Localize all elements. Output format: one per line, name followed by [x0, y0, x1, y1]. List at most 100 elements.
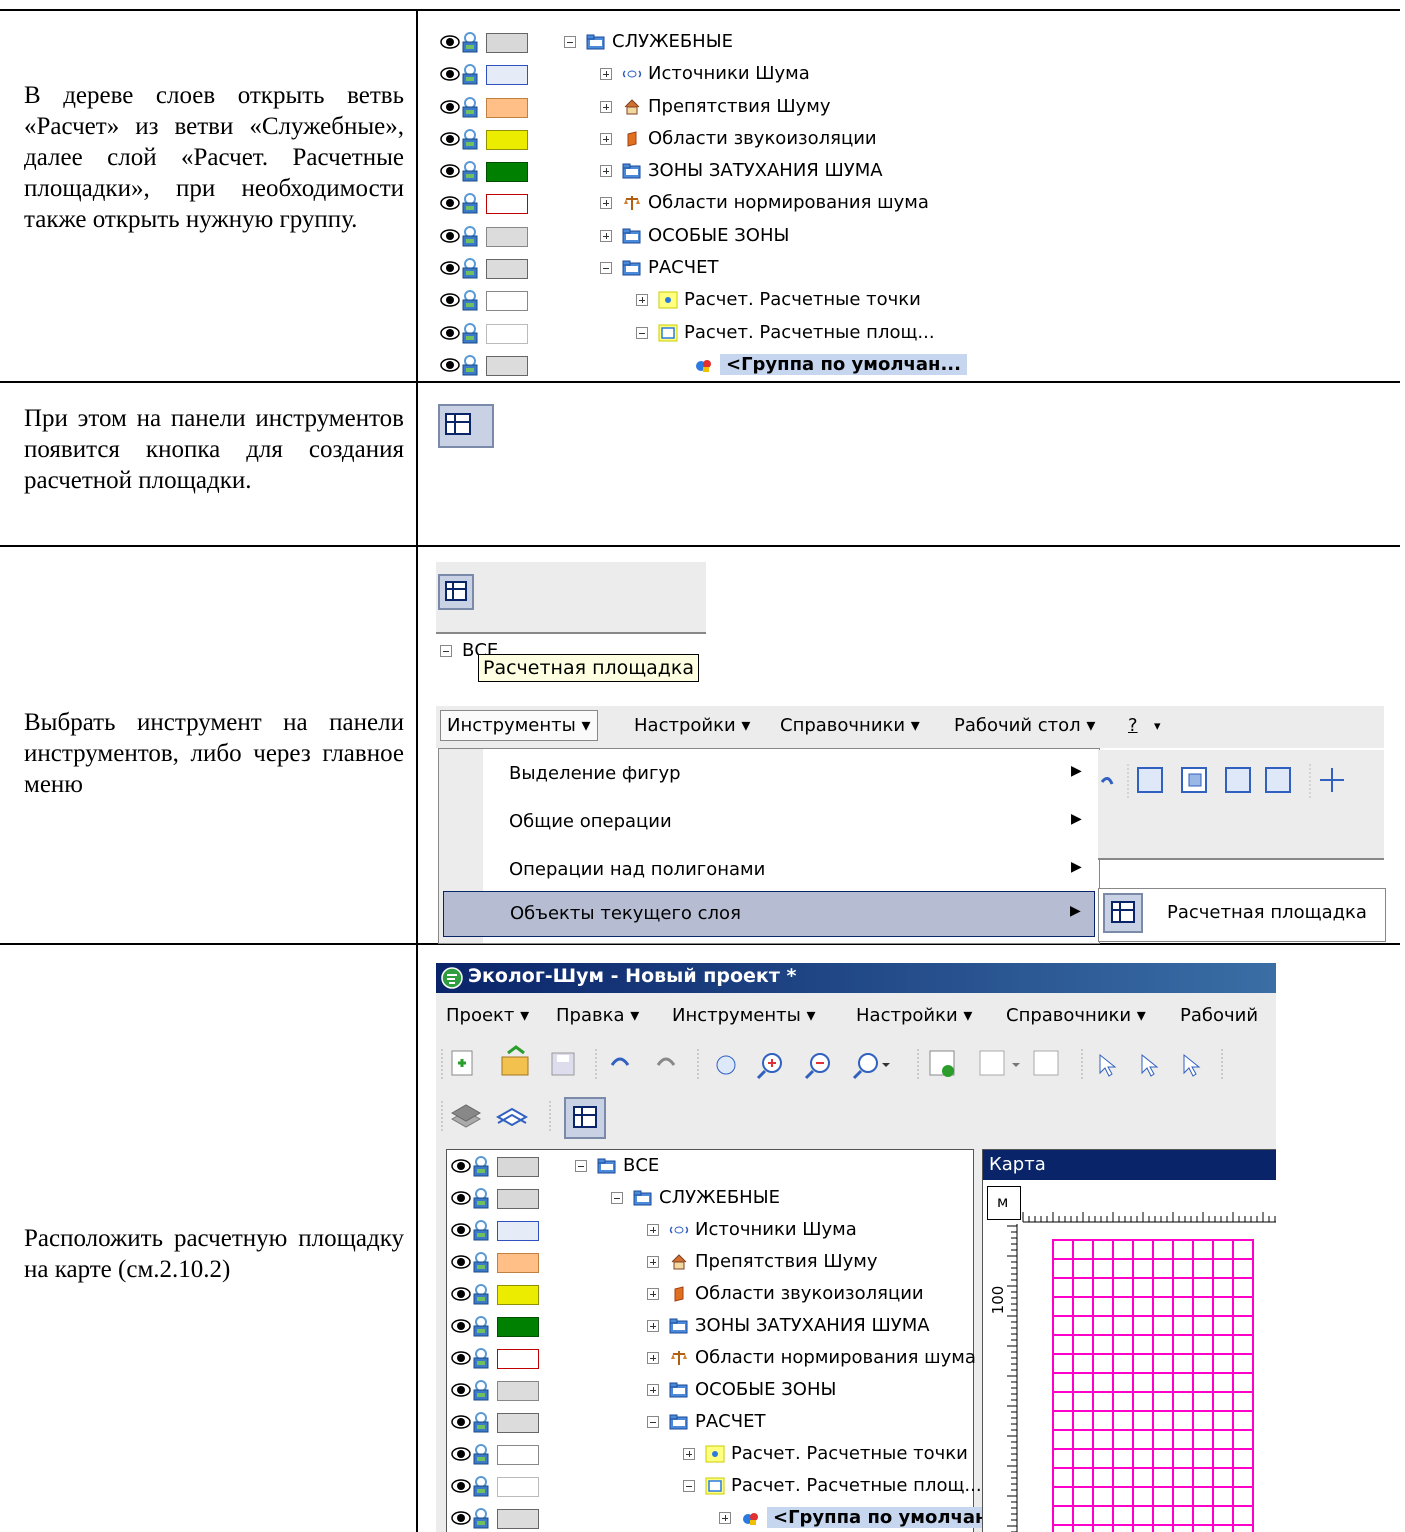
- expand-icon[interactable]: [647, 1224, 659, 1236]
- menu-item-polygon-ops[interactable]: Операции над полигонами: [509, 859, 765, 880]
- menu-references[interactable]: Справочники ▾: [1006, 1005, 1146, 1026]
- layer-color-swatch[interactable]: [486, 33, 528, 53]
- eye-icon[interactable]: [440, 99, 460, 114]
- menu-item-current-layer-objects[interactable]: Объекты текущего слоя ▶: [443, 891, 1095, 937]
- layer-color-swatch[interactable]: [497, 1221, 539, 1241]
- expand-icon[interactable]: [600, 68, 612, 81]
- eye-icon[interactable]: [440, 358, 460, 372]
- lock-icon[interactable]: [471, 1316, 491, 1338]
- collapse-icon[interactable]: [636, 326, 648, 339]
- collapse-icon[interactable]: [647, 1416, 659, 1428]
- tree-row[interactable]: ЗОНЫ ЗАТУХАНИЯ ШУМА: [438, 155, 958, 187]
- lock-icon[interactable]: [460, 193, 480, 215]
- layer-color-swatch[interactable]: [486, 355, 528, 376]
- calc-area-tool-button-small[interactable]: [438, 574, 474, 610]
- layer-color-swatch[interactable]: [497, 1253, 539, 1273]
- tree-row[interactable]: РАСЧЕТ: [449, 1406, 969, 1438]
- lock-icon[interactable]: [471, 1156, 491, 1178]
- expand-icon[interactable]: [647, 1352, 659, 1364]
- lock-icon[interactable]: [471, 1412, 491, 1434]
- collapse-icon[interactable]: [575, 1160, 587, 1172]
- layer-color-swatch[interactable]: [497, 1445, 539, 1465]
- layer-color-swatch[interactable]: [486, 259, 528, 280]
- expand-icon[interactable]: [600, 100, 612, 113]
- tree-row[interactable]: ОСОБЫЕ ЗОНЫ: [438, 220, 958, 252]
- eye-icon[interactable]: [451, 1159, 471, 1173]
- expand-icon[interactable]: [647, 1320, 659, 1332]
- expand-icon[interactable]: [600, 165, 612, 178]
- menu-desktop[interactable]: Рабочий: [1180, 1005, 1258, 1026]
- menu-instruments[interactable]: Инструменты ▾: [672, 1005, 816, 1026]
- lock-icon[interactable]: [471, 1476, 491, 1498]
- tree-row[interactable]: РАСЧЕТ: [438, 252, 958, 284]
- layer-color-swatch[interactable]: [497, 1157, 539, 1177]
- lock-icon[interactable]: [471, 1348, 491, 1370]
- lock-icon[interactable]: [460, 161, 480, 183]
- menu-settings[interactable]: Настройки ▾: [634, 715, 750, 736]
- layer-color-swatch[interactable]: [486, 194, 528, 215]
- lock-icon[interactable]: [460, 322, 480, 345]
- collapse-icon[interactable]: [440, 645, 452, 657]
- tree-node-label[interactable]: <Группа по умолчан...: [767, 1507, 1014, 1528]
- layer-color-swatch[interactable]: [497, 1349, 539, 1369]
- layer-color-swatch[interactable]: [486, 323, 528, 344]
- eye-icon[interactable]: [451, 1383, 471, 1397]
- eye-icon[interactable]: [440, 325, 460, 340]
- lock-icon[interactable]: [460, 258, 480, 280]
- layer-color-swatch[interactable]: [486, 129, 528, 150]
- eye-icon[interactable]: [451, 1223, 471, 1237]
- lock-icon[interactable]: [471, 1380, 491, 1402]
- eye-icon[interactable]: [451, 1319, 471, 1333]
- layer-color-swatch[interactable]: [486, 65, 528, 86]
- eye-icon[interactable]: [451, 1351, 471, 1365]
- tree-row[interactable]: Препятствия Шуму: [438, 91, 958, 123]
- eye-icon[interactable]: [440, 67, 460, 82]
- menu-project[interactable]: Проект ▾: [446, 1005, 529, 1026]
- tree-row[interactable]: Расчет. Расчетные площ...: [449, 1470, 982, 1502]
- layer-color-swatch[interactable]: [497, 1509, 539, 1529]
- lock-icon[interactable]: [471, 1284, 491, 1306]
- tree-row[interactable]: ОСОБЫЕ ЗОНЫ: [449, 1374, 969, 1406]
- calc-area-tool-button[interactable]: [564, 1097, 606, 1139]
- tree-row[interactable]: Препятствия Шуму: [449, 1246, 969, 1278]
- expand-icon[interactable]: [647, 1256, 659, 1268]
- layer-color-swatch[interactable]: [486, 226, 528, 247]
- tree-row[interactable]: Расчет. Расчетные точки: [449, 1438, 969, 1470]
- expand-icon[interactable]: [600, 132, 612, 145]
- tree-row[interactable]: Области нормирования шума: [438, 187, 958, 219]
- tree-row[interactable]: Области звукоизоляции: [449, 1278, 969, 1310]
- layer-color-swatch[interactable]: [486, 97, 528, 118]
- menu-edit[interactable]: Правка ▾: [556, 1005, 639, 1026]
- menu-references[interactable]: Справочники ▾: [780, 715, 920, 736]
- tree-row[interactable]: ЗОНЫ ЗАТУХАНИЯ ШУМА: [449, 1310, 969, 1342]
- tree-row[interactable]: <Группа по умолчан...: [449, 1502, 1014, 1532]
- eye-icon[interactable]: [440, 293, 460, 308]
- layer-color-swatch[interactable]: [497, 1477, 539, 1497]
- eye-icon[interactable]: [440, 229, 460, 243]
- expand-icon[interactable]: [719, 1512, 731, 1524]
- tree-row[interactable]: Расчет. Расчетные точки: [438, 284, 958, 316]
- layer-color-swatch[interactable]: [497, 1413, 539, 1433]
- menu-help[interactable]: ?: [1128, 715, 1138, 736]
- tree-row[interactable]: Источники Шума: [449, 1214, 969, 1246]
- tree-row[interactable]: Области звукоизоляции: [438, 123, 958, 155]
- menu-item-general-ops[interactable]: Общие операции: [509, 811, 672, 832]
- tree-row[interactable]: СЛУЖЕБНЫЕ: [438, 26, 958, 58]
- menu-item-select-shapes[interactable]: Выделение фигур: [509, 763, 681, 784]
- eye-icon[interactable]: [440, 164, 460, 178]
- eye-icon[interactable]: [451, 1191, 471, 1205]
- eye-icon[interactable]: [451, 1255, 471, 1269]
- layer-color-swatch[interactable]: [497, 1317, 539, 1337]
- tree-row[interactable]: ВСЕ: [449, 1150, 969, 1182]
- submenu-item-calc-area[interactable]: Расчетная площадка: [1101, 891, 1383, 939]
- eye-icon[interactable]: [451, 1479, 471, 1493]
- collapse-icon[interactable]: [600, 262, 612, 275]
- expand-icon[interactable]: [600, 229, 612, 242]
- tree-row[interactable]: СЛУЖЕБНЫЕ: [449, 1182, 969, 1214]
- menu-instruments[interactable]: Инструменты ▾: [440, 710, 598, 741]
- eye-icon[interactable]: [440, 35, 460, 49]
- eye-icon[interactable]: [451, 1447, 471, 1461]
- expand-icon[interactable]: [600, 197, 612, 210]
- tree-node-label[interactable]: <Группа по умолчан...: [720, 353, 967, 375]
- lock-icon[interactable]: [460, 32, 480, 54]
